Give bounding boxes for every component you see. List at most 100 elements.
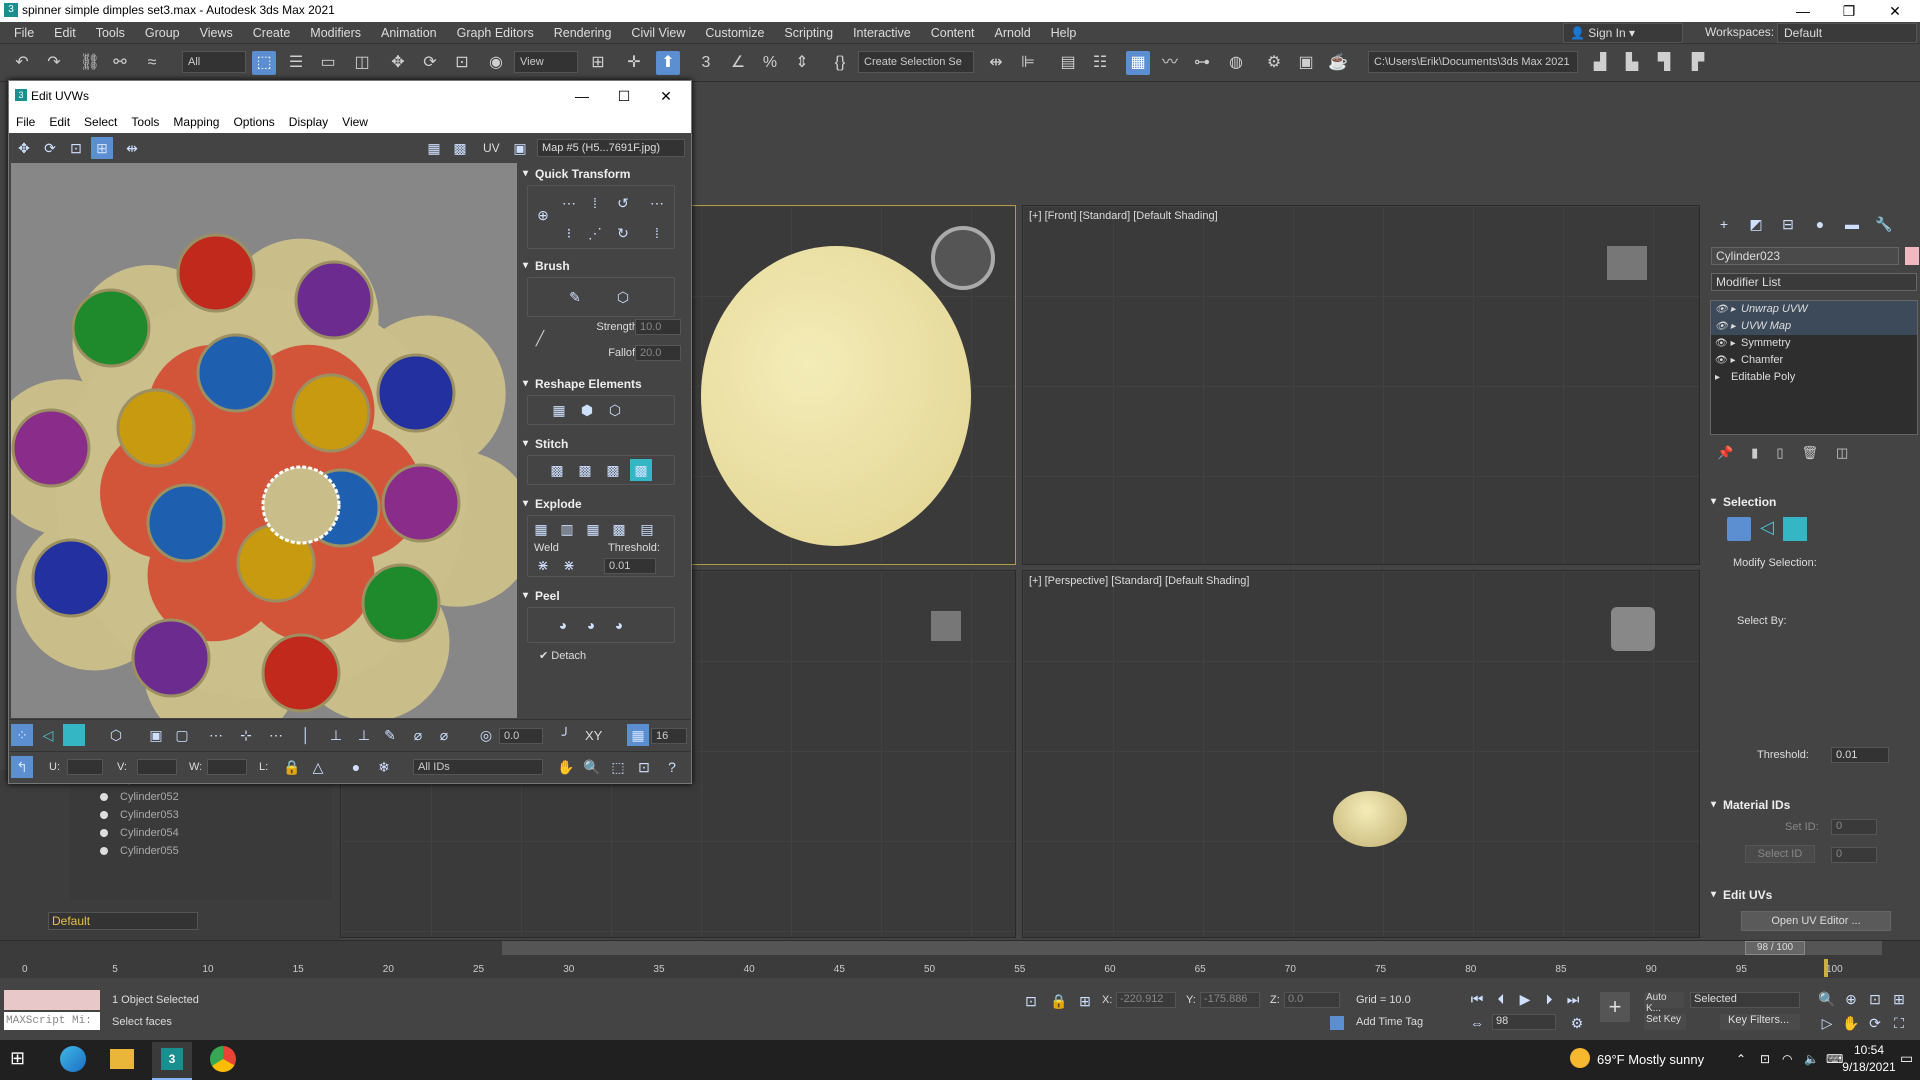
select-move-icon[interactable]: ✥ <box>386 51 410 75</box>
weld-threshold-spinner[interactable]: 0.01 <box>604 558 656 574</box>
texture-map-dropdown[interactable]: Map #5 (H5...7691F.jpg) <box>537 139 685 157</box>
menu-item-help[interactable]: Help <box>1041 22 1087 44</box>
align-u-icon[interactable]: ⋯ <box>558 192 580 214</box>
quick-peel-icon[interactable]: ◕ <box>552 614 574 636</box>
weather-sun-icon[interactable] <box>1570 1048 1590 1068</box>
restore-button[interactable]: ❐ <box>1826 0 1872 22</box>
material-editor-icon[interactable]: ◍ <box>1224 51 1248 75</box>
uv-label[interactable]: UV <box>483 141 500 155</box>
select-id-spinner[interactable]: 0 <box>1831 847 1877 863</box>
rotate-cw-icon[interactable]: ↻ <box>612 222 634 244</box>
x-coordinate-field[interactable]: -220.912 <box>1116 992 1176 1008</box>
tray-chevron-icon[interactable]: ⌃ <box>1736 1052 1746 1066</box>
absolute-mode-icon[interactable]: ⊞ <box>1074 990 1096 1012</box>
pan-icon[interactable]: ✋ <box>555 756 577 778</box>
curve-editor-icon[interactable]: 〰 <box>1158 51 1182 75</box>
modifier-stack-item[interactable]: 👁 ▸ Symmetry <box>1711 335 1917 352</box>
weld-selected-icon[interactable]: ⋇ <box>532 554 554 576</box>
isolate-selection-icon[interactable]: ⊡ <box>1020 990 1042 1012</box>
menu-item-file[interactable]: File <box>4 22 44 44</box>
zoom-all-icon[interactable]: ⊕ <box>1840 988 1862 1010</box>
open-edge-icon[interactable]: ⊥ <box>325 724 347 746</box>
perspective-viewport[interactable]: [+] [Perspective] [Standard] [Default Sh… <box>1022 570 1700 938</box>
material-id-filter-dropdown[interactable]: All IDs <box>413 759 543 775</box>
relax-icon[interactable]: ⬢ <box>576 399 598 421</box>
face-mode-icon[interactable] <box>63 724 85 746</box>
checker-icon[interactable]: ▦ <box>423 137 445 159</box>
selected-center-face[interactable] <box>261 465 341 545</box>
modifier-list-dropdown[interactable]: Modifier List <box>1711 273 1917 291</box>
relax-brush-icon[interactable]: ⬡ <box>612 286 634 308</box>
key-filters-button[interactable]: Key Filters... <box>1720 1014 1800 1030</box>
modifier-visibility-icon[interactable]: ▸ <box>1715 369 1720 386</box>
paint-brush-icon[interactable]: ✎ <box>564 286 586 308</box>
uvw-menu-item-select[interactable]: Select <box>77 111 124 133</box>
stitch-rollout[interactable]: Stitch <box>523 435 673 453</box>
brush-line-icon[interactable]: ╱ <box>529 327 551 349</box>
vertex-selection-icon[interactable] <box>1727 517 1751 541</box>
menu-item-modifiers[interactable]: Modifiers <box>300 22 371 44</box>
uvw-menu-item-tools[interactable]: Tools <box>124 111 166 133</box>
stitch-source-icon[interactable]: ▩ <box>602 459 624 481</box>
edge-selection-icon[interactable]: ◁ <box>1755 517 1779 541</box>
edge-mode-icon[interactable]: ◁ <box>37 724 59 746</box>
minimize-button[interactable]: — <box>1780 0 1826 22</box>
v-field[interactable] <box>137 759 177 775</box>
selection-filter-dropdown[interactable]: All <box>182 51 246 73</box>
play-icon[interactable]: ▶ <box>1514 988 1536 1010</box>
select-place-icon[interactable]: ◉ <box>484 51 508 75</box>
xy-toggle[interactable]: XY <box>585 728 602 743</box>
assets-icon[interactable]: ▛ <box>1686 51 1710 75</box>
detach-checkbox[interactable]: ✔ Detach <box>539 649 586 662</box>
utilities-tab-icon[interactable]: 🔧 <box>1873 213 1895 235</box>
freeform-icon[interactable]: ⊞ <box>91 137 113 159</box>
hide-icon[interactable]: △ <box>307 756 329 778</box>
maximize-viewport-icon[interactable]: ⛶ <box>1888 1012 1910 1034</box>
peel-mode-icon[interactable]: ◕ <box>580 614 602 636</box>
help-icon[interactable]: ? <box>661 756 683 778</box>
file-explorer-icon[interactable] <box>110 1049 134 1069</box>
element-mode-icon[interactable]: ⬡ <box>105 724 127 746</box>
time-tag-icon[interactable] <box>1330 1016 1344 1030</box>
explode-rollout[interactable]: Explode <box>523 495 673 513</box>
menu-item-civil-view[interactable]: Civil View <box>621 22 695 44</box>
stitch-custom-icon[interactable]: ▩ <box>630 459 652 481</box>
window-crossing-icon[interactable]: ◫ <box>350 51 374 75</box>
scale-icon[interactable]: ⊡ <box>65 137 87 159</box>
paint-grow-icon[interactable]: ⌀ <box>407 724 429 746</box>
maxscript-mini-listener[interactable]: MAXScript Mi: <box>4 1012 100 1030</box>
unlink-icon[interactable]: ⚯ <box>108 51 132 75</box>
lock-icon[interactable]: 🔒 <box>281 756 303 778</box>
y-coordinate-field[interactable]: -175.886 <box>1200 992 1260 1008</box>
toggle-scene-explorer-icon[interactable]: ▤ <box>1056 51 1080 75</box>
stitch-target-icon[interactable]: ▩ <box>546 459 568 481</box>
time-slider-track[interactable]: 98 / 100 <box>502 941 1882 955</box>
toggle-ribbon-icon[interactable]: ▦ <box>1126 51 1150 75</box>
link-folder-icon[interactable]: ▙ <box>1620 51 1644 75</box>
edge-browser-icon[interactable] <box>60 1046 86 1072</box>
percent-snap-icon[interactable]: % <box>758 51 782 75</box>
edit-named-selection-icon[interactable]: {} <box>828 51 852 75</box>
wifi-icon[interactable]: ◠ <box>1782 1052 1792 1066</box>
modifier-visibility-icon[interactable]: 👁 ▸ <box>1715 301 1736 318</box>
front-viewport-label[interactable]: [+] [Front] [Standard] [Default Shading] <box>1029 210 1218 222</box>
modifier-stack-item[interactable]: ▸ Editable Poly <box>1711 369 1917 386</box>
clock-time[interactable]: 10:54 <box>1846 1043 1892 1057</box>
set-id-spinner[interactable]: 0 <box>1831 819 1877 835</box>
shrink-selection-icon[interactable]: ▢ <box>171 724 193 746</box>
spinner-snap-icon[interactable]: ⇕ <box>790 51 814 75</box>
3dsmax-taskbar-button[interactable]: 3 <box>152 1042 192 1080</box>
named-selection-sets-dropdown[interactable]: Create Selection Se <box>858 51 974 73</box>
set-key-button[interactable]: Set Key <box>1644 1014 1686 1030</box>
select-by-name-icon[interactable]: ☰ <box>284 51 308 75</box>
rotation-angle-spinner[interactable]: 0.0 <box>499 728 543 744</box>
material-ids-rollout-header[interactable]: Material IDs <box>1711 795 1916 815</box>
rotate-icon[interactable]: ⟳ <box>39 137 61 159</box>
menu-item-graph-editors[interactable]: Graph Editors <box>447 22 544 44</box>
face-selection-icon[interactable] <box>1783 517 1807 541</box>
menu-item-edit[interactable]: Edit <box>44 22 86 44</box>
project-path-dropdown[interactable]: C:\Users\Erik\Documents\3ds Max 2021 <box>1368 51 1578 73</box>
linear-align-icon[interactable]: ⋰ <box>584 222 606 244</box>
redo-icon[interactable]: ↷ <box>42 51 66 75</box>
auto-key-button[interactable]: Auto K... <box>1644 992 1684 1014</box>
